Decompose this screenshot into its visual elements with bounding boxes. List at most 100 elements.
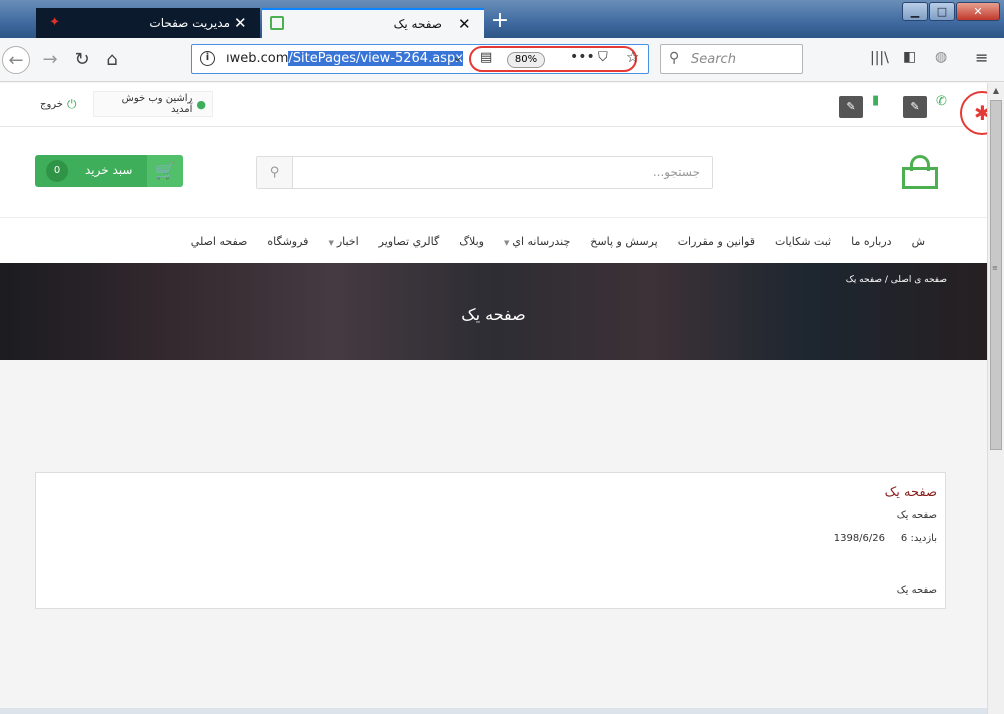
more-actions-icon[interactable]: ••• [570,49,595,65]
back-button[interactable]: ← [2,46,30,74]
address-bar[interactable]: i ıweb.com/SitePages/view-5264.aspx ⌄ ▤ … [191,44,649,74]
page-icon [270,16,284,30]
site-logo-icon: ✦ [49,15,60,30]
edit-pencil-icon[interactable]: ✎ [839,96,863,118]
reader-view-icon[interactable]: ▤ [480,50,492,65]
pocket-icon[interactable]: ⛉ [598,50,608,65]
url-text[interactable]: ıweb.com/SitePages/view-5264.aspx [226,51,463,66]
library-icon[interactable]: |||\ [870,50,889,66]
user-icon: ● [196,97,206,111]
menu-item-label: فروشگاه [267,234,309,248]
edit-pencil-icon[interactable]: ✎ [903,96,927,118]
menu-item[interactable]: اخبار▼ [318,235,368,248]
menu-item-label: ثبت شكايات [775,234,832,248]
menu-item[interactable]: ش [902,235,935,248]
minimize-button[interactable]: ▁ [902,2,928,21]
page-scrollbar[interactable]: ▲ ≡ [987,83,1004,714]
menu-item[interactable]: قوانين و مقررات [668,235,765,248]
content-subtitle: صفحه يک [896,510,937,521]
scroll-up-arrow[interactable]: ▲ [988,83,1004,99]
phone-icon[interactable]: ✆ [936,94,947,109]
menu-icon[interactable]: ≡ [975,48,988,67]
site-search-placeholder: جستجو... [652,165,700,179]
maximize-button[interactable]: □ [929,2,955,21]
menu-item[interactable]: ثبت شكايات [765,235,841,248]
cart-icon: 🛒 [147,155,183,187]
page-banner: صفحه ی اصلی / صفحه یک صفحه يک [0,263,987,360]
url-host: ıweb.com [226,51,289,66]
menu-items: صفحه اصلي فروشگاه اخبار▼ گالري تصاوير وبلاگ چ… [181,218,935,264]
site-header: 0 سبد خريد 🛒 ⚲ جستجو... [0,127,987,217]
browser-titlebar: ✦ مديريت صفحات ✕ صفحه يک ✕ + ▁ □ ✕ [0,0,1004,38]
menu-item-label: قوانين و مقررات [677,234,756,248]
forward-button[interactable]: → [36,46,64,74]
menu-item-label: اخبار [336,234,359,248]
menu-item-label: ش [911,234,925,248]
search-field[interactable]: ⚲ Search [660,44,803,74]
close-tab-icon[interactable]: ✕ [458,15,471,33]
window-bottom-edge [0,708,987,714]
tab-page-management[interactable]: ✦ مديريت صفحات ✕ [36,8,260,38]
menu-item[interactable]: گالري تصاوير [369,235,450,248]
menu-item[interactable]: پرسش و پاسخ [580,235,667,248]
site-search-input[interactable]: ⚲ جستجو... [256,156,713,189]
menu-item-label: چندرسانه اي [512,234,571,248]
search-icon: ⚲ [669,50,680,66]
cart-label: سبد خريد [85,163,133,177]
chevron-down-icon[interactable]: ⌄ [452,50,463,65]
menu-item[interactable]: وبلاگ [449,235,494,248]
scroll-thumb[interactable] [990,100,1002,450]
main-menu: صفحه اصلي فروشگاه اخبار▼ گالري تصاوير وبلاگ چ… [0,217,987,263]
top-strip: ⏻ خروج ● راشين وب خوش آمديد ✎ ▮ ✎ ✆ [0,83,987,127]
menu-item-label: پرسش و پاسخ [590,234,658,248]
welcome-label: راشين وب خوش آمديد [121,93,193,115]
cart-button[interactable]: 0 سبد خريد 🛒 [35,155,183,187]
info-icon[interactable]: i [200,51,215,66]
search-placeholder: Search [691,52,736,67]
mobile-icon[interactable]: ▮ [872,93,879,108]
menu-item-label: وبلاگ [459,234,484,248]
menu-item[interactable]: فروشگاه [257,235,318,248]
breadcrumb[interactable]: صفحه ی اصلی / صفحه یک [846,275,947,285]
shopping-bag-logo[interactable] [900,155,940,191]
menu-item-label: گالري تصاوير [378,234,440,248]
sidebar-icon[interactable]: ◧ [903,49,916,65]
close-window-button[interactable]: ✕ [956,2,1000,21]
bag-body [902,167,938,189]
reload-button[interactable]: ↻ [68,46,96,74]
bookmark-star-icon[interactable]: ☆ [626,48,639,66]
content-meta: بازديد: 6 1398/6/26 [834,533,937,544]
menu-item-label: صفحه اصلي [190,234,248,248]
tab-title: مديريت صفحات [149,16,230,30]
caret-down-icon: ▼ [503,238,510,247]
zoom-indicator[interactable]: 80% [507,52,545,68]
power-icon: ⏻ [66,96,77,111]
menu-item[interactable]: درباره ما [841,235,901,248]
tab-page-one[interactable]: صفحه يک ✕ [262,8,484,38]
new-tab-button[interactable]: + [488,10,512,34]
content-body: صفحه يک [896,585,937,596]
post-date: 1398/6/26 [833,533,886,544]
search-icon[interactable]: ⚲ [257,157,293,188]
close-tab-icon[interactable]: ✕ [234,14,247,32]
menu-item-label: درباره ما [851,234,892,248]
logout-label: خروج [40,98,63,110]
caret-down-icon: ▼ [328,238,334,247]
globe-icon[interactable]: ◍ [935,49,947,65]
banner-title: صفحه يک [461,305,526,324]
home-button[interactable]: ⌂ [98,46,126,74]
welcome-link[interactable]: ● راشين وب خوش آمديد [93,91,213,117]
red-highlight-circle [469,46,637,72]
menu-item[interactable]: چندرسانه اي▼ [494,235,580,248]
menu-item[interactable]: صفحه اصلي [181,235,258,248]
visits-label: بازديد: [910,533,937,544]
logout-link[interactable]: ⏻ خروج [34,91,83,117]
page-viewport: ⏻ خروج ● راشين وب خوش آمديد ✎ ▮ ✎ ✆ 0 سب… [0,83,987,714]
url-path-selected: /SitePages/view-5264.aspx [288,51,463,66]
tab-title: صفحه يک [393,17,442,31]
cart-count-badge: 0 [46,160,68,182]
content-box: صفحه يک صفحه يک بازديد: 6 1398/6/26 صفحه… [35,472,946,609]
scroll-grip-icon: ≡ [992,264,998,272]
content-title: صفحه يک [884,485,937,500]
browser-toolbar: ← → ↻ ⌂ i ıweb.com/SitePages/view-5264.a… [0,38,1004,82]
